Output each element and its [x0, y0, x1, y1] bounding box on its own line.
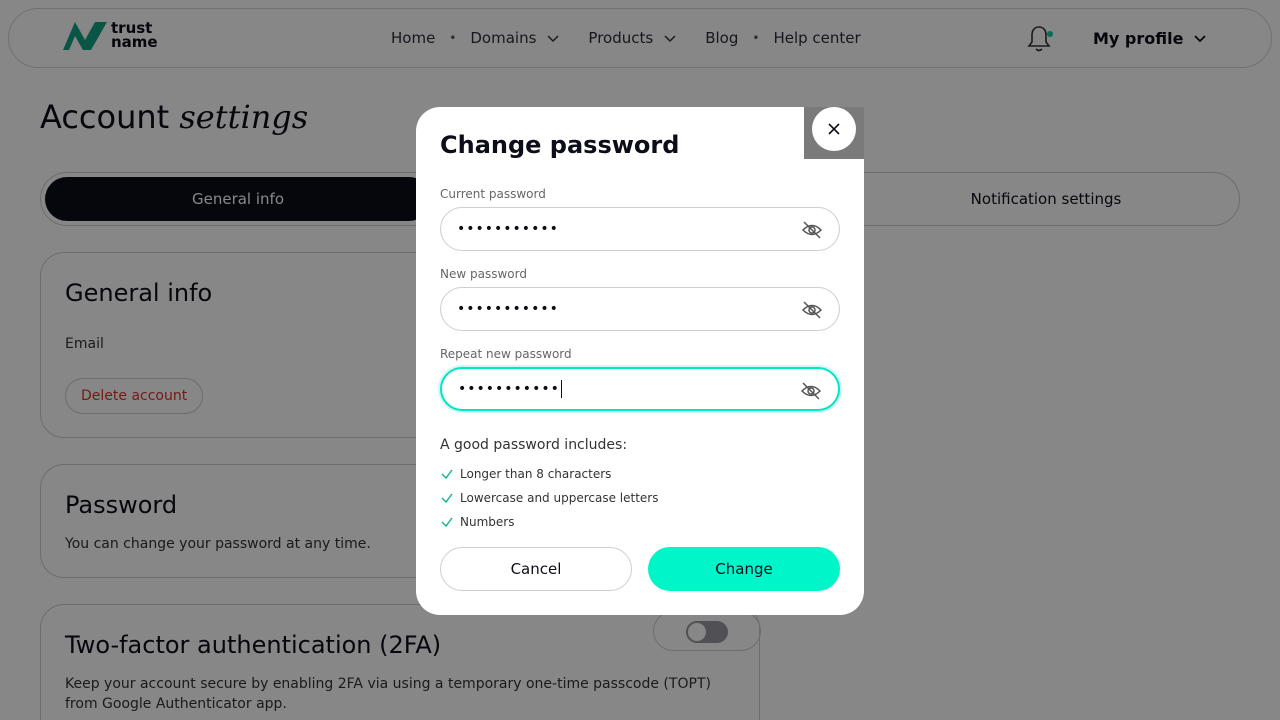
password-hint-item: Longer than 8 characters — [440, 467, 611, 481]
eye-off-icon[interactable] — [800, 380, 822, 402]
close-modal-button[interactable] — [812, 107, 856, 151]
page: trust name Home • Domains Products Blog … — [0, 0, 1280, 720]
change-button[interactable]: Change — [648, 547, 840, 591]
modal-title: Change password — [440, 131, 680, 159]
repeat-password-label: Repeat new password — [440, 347, 572, 361]
repeat-password-value: ••••••••••• — [458, 381, 560, 397]
change-password-modal: Change password Current password •••••••… — [416, 107, 864, 615]
password-hint-text: Longer than 8 characters — [460, 467, 612, 481]
cancel-button[interactable]: Cancel — [440, 547, 632, 591]
check-icon — [441, 493, 453, 504]
eye-off-icon[interactable] — [801, 299, 823, 321]
text-caret — [560, 380, 562, 398]
repeat-password-field[interactable]: ••••••••••• — [440, 367, 840, 411]
close-icon — [828, 123, 840, 135]
new-password-field[interactable]: ••••••••••• — [440, 287, 840, 331]
password-hint-text: Lowercase and uppercase letters — [460, 491, 659, 505]
check-icon — [441, 469, 453, 480]
new-password-label: New password — [440, 267, 527, 281]
current-password-label: Current password — [440, 187, 546, 201]
current-password-field[interactable]: ••••••••••• — [440, 207, 840, 251]
password-hint-title: A good password includes: — [440, 437, 628, 453]
password-hint-text: Numbers — [460, 515, 515, 529]
password-hint-item: Lowercase and uppercase letters — [440, 491, 658, 505]
password-hint-item: Numbers — [440, 515, 514, 529]
new-password-value: ••••••••••• — [457, 301, 559, 317]
check-icon — [441, 517, 453, 528]
eye-off-icon[interactable] — [801, 219, 823, 241]
current-password-value: ••••••••••• — [457, 221, 559, 237]
